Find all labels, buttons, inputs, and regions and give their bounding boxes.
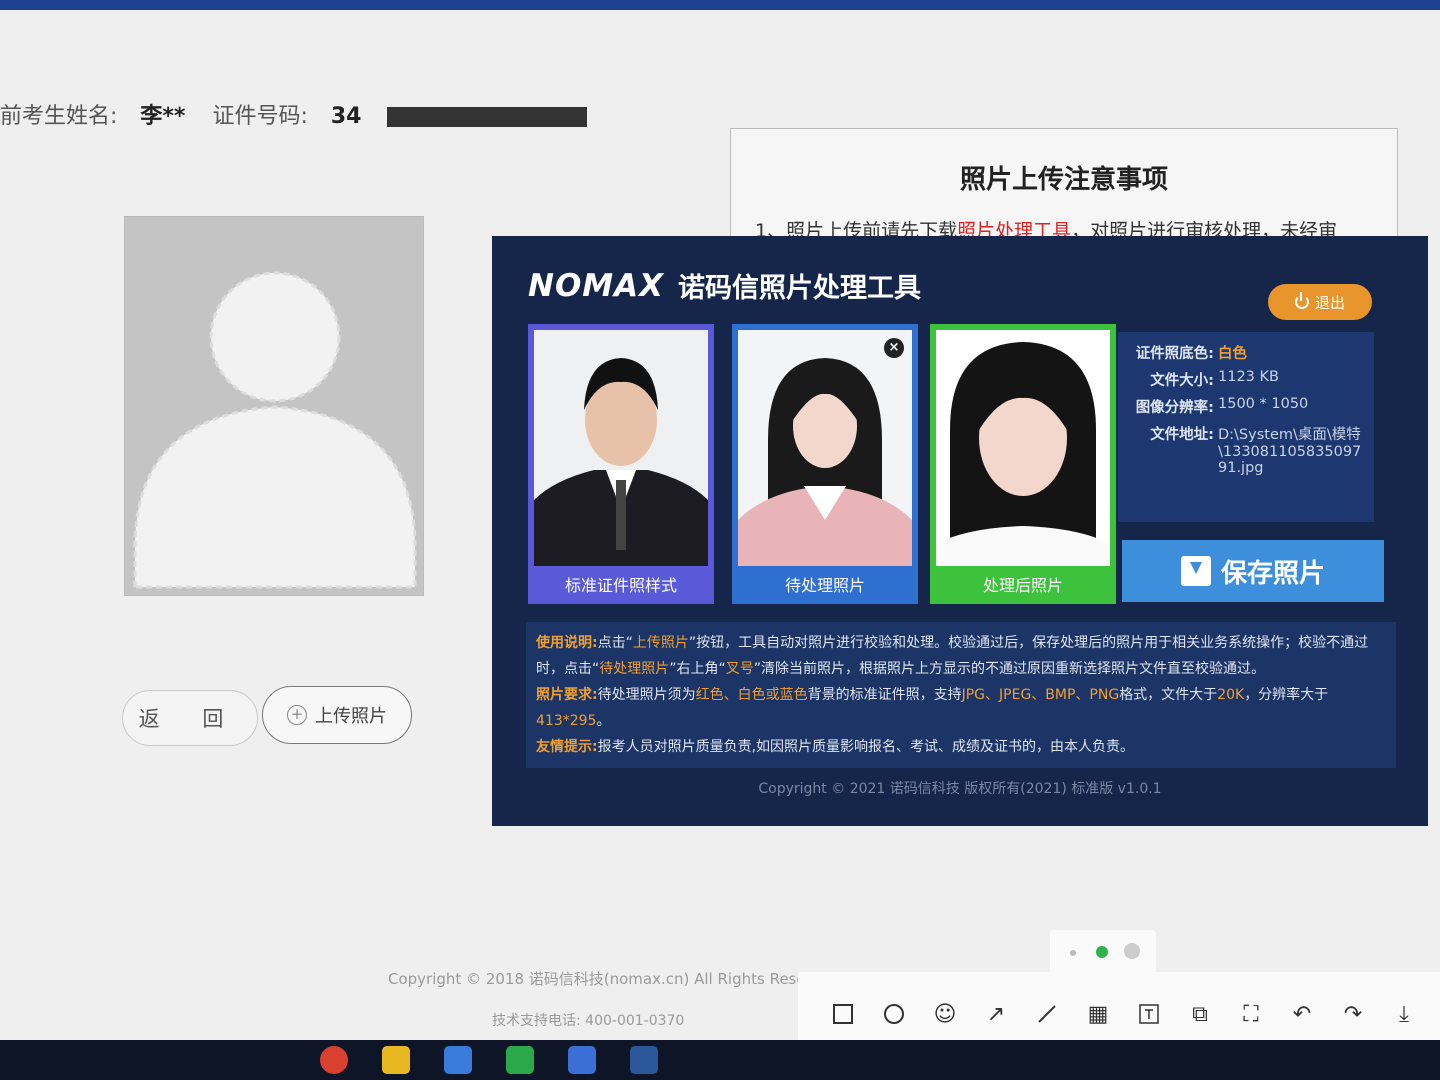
footer-support: 技术支持电话: 400-001-0370	[492, 1013, 685, 1029]
file-path-label: 文件地址:	[1150, 427, 1214, 443]
usage-instructions: 使用说明:点击“上传照片”按钮，工具自动对照片进行校验和处理。校验通过后，保存处…	[526, 622, 1396, 768]
resolution-label: 图像分辨率:	[1135, 400, 1214, 416]
id-value: 34	[330, 104, 362, 129]
folder-icon[interactable]	[444, 1046, 472, 1074]
close-icon[interactable]: ×	[884, 338, 904, 358]
standard-photo	[534, 330, 708, 566]
standard-photo-card: 标准证件照样式	[528, 324, 714, 604]
photo-tool-window: NOMAX 诺码信照片处理工具 退出 标准证件照样式 × 待处理照片 处理后照片…	[492, 236, 1428, 826]
rect-icon[interactable]	[832, 1003, 854, 1025]
tool-header: NOMAX 诺码信照片处理工具	[528, 266, 921, 305]
candidate-info: 前考生姓名: 李** 证件号码: 34	[0, 98, 588, 130]
person-silhouette-icon	[133, 271, 417, 589]
share-icon[interactable]: ↷	[1342, 1002, 1364, 1027]
text-icon[interactable]	[1138, 1003, 1160, 1025]
arrow-icon[interactable]: ↗	[985, 1002, 1007, 1027]
emoji-icon[interactable]: ☺	[934, 1002, 957, 1027]
undo-icon[interactable]: ↶	[1291, 1002, 1313, 1027]
exit-button[interactable]: 退出	[1268, 284, 1372, 320]
processed-photo	[936, 330, 1110, 566]
dot-large[interactable]	[1124, 943, 1140, 959]
color-picker-dots	[1050, 930, 1156, 974]
tool-title: 诺码信照片处理工具	[678, 273, 922, 304]
app-green-icon[interactable]	[506, 1046, 534, 1074]
file-size-label: 文件大小:	[1150, 373, 1214, 389]
plus-circle-icon: +	[287, 705, 307, 725]
resolution-value: 1500 * 1050	[1218, 396, 1309, 412]
power-icon	[1294, 292, 1309, 309]
photo-info-panel: 证件照底色: 白色 文件大小: 1123 KB 图像分辨率: 1500 * 1050 …	[1118, 332, 1374, 522]
pin-icon[interactable]: ⧉	[1189, 1002, 1211, 1027]
nomax-logo: NOMAX	[528, 267, 665, 304]
bg-color-label: 证件照底色:	[1135, 346, 1214, 362]
dot-medium-selected[interactable]	[1096, 946, 1108, 958]
word-icon[interactable]	[630, 1046, 658, 1074]
pending-photo-card[interactable]: × 待处理照片	[732, 324, 918, 604]
chrome-icon[interactable]	[320, 1046, 348, 1074]
upload-label: 上传照片	[315, 706, 387, 727]
save-label: 保存照片	[1220, 558, 1325, 589]
pending-photo-caption: 待处理照片	[784, 576, 865, 595]
man-portrait-icon	[534, 330, 708, 566]
woman-portrait-icon	[738, 330, 912, 566]
pen-icon[interactable]	[1036, 1003, 1058, 1025]
download-icon[interactable]: ⤓	[1393, 1002, 1415, 1027]
pending-photo: ×	[738, 330, 912, 566]
save-icon	[1180, 556, 1211, 586]
tool-copyright: Copyright © 2021 诺码信科技 版权所有(2021) 标准版 v1…	[758, 781, 1162, 797]
bg-color-value: 白色	[1218, 346, 1247, 362]
save-photo-button[interactable]: 保存照片	[1122, 540, 1384, 602]
footer-copyright: Copyright © 2018 诺码信科技(nomax.cn) All Rig…	[388, 970, 840, 988]
standard-photo-caption: 标准证件照样式	[564, 576, 677, 595]
circle-icon[interactable]	[883, 1003, 905, 1025]
usage-line: 使用说明:点击“上传照片”按钮，工具自动对照片进行校验和处理。校验通过后，保存处…	[536, 635, 1369, 677]
photo-placeholder	[124, 216, 424, 596]
upload-photo-button[interactable]: + 上传照片	[262, 686, 412, 744]
tip-line: 友情提示:报考人员对照片质量负责,如因照片质量影响报名、考试、成绩及证书的，由本…	[536, 739, 1135, 755]
processed-portrait-icon	[936, 330, 1110, 566]
ocr-icon[interactable]: ⛶	[1240, 1002, 1262, 1027]
app-blue-icon[interactable]	[568, 1046, 596, 1074]
exit-label: 退出	[1314, 293, 1345, 312]
notice-title: 照片上传注意事项	[959, 165, 1168, 195]
taskbar	[0, 1040, 1440, 1080]
processed-photo-card: 处理后照片	[930, 324, 1116, 604]
id-redaction	[387, 107, 588, 127]
file-size-value: 1123 KB	[1218, 369, 1279, 385]
dot-small[interactable]	[1070, 950, 1076, 956]
file-path-value: D:\System\桌面\模特\13308110583509791.jpg	[1218, 427, 1362, 476]
name-label: 前考生姓名:	[0, 104, 118, 129]
back-button[interactable]: 返 回	[122, 690, 258, 746]
id-label: 证件号码:	[212, 104, 308, 129]
requirement-line: 照片要求:待处理照片须为红色、白色或蓝色背景的标准证件照，支持JPG、JPEG、…	[536, 687, 1329, 729]
name-value: 李**	[140, 104, 186, 129]
processed-photo-caption: 处理后照片	[982, 576, 1063, 595]
mosaic-icon[interactable]: ▦	[1087, 1002, 1109, 1027]
app-yellow-icon[interactable]	[382, 1046, 410, 1074]
